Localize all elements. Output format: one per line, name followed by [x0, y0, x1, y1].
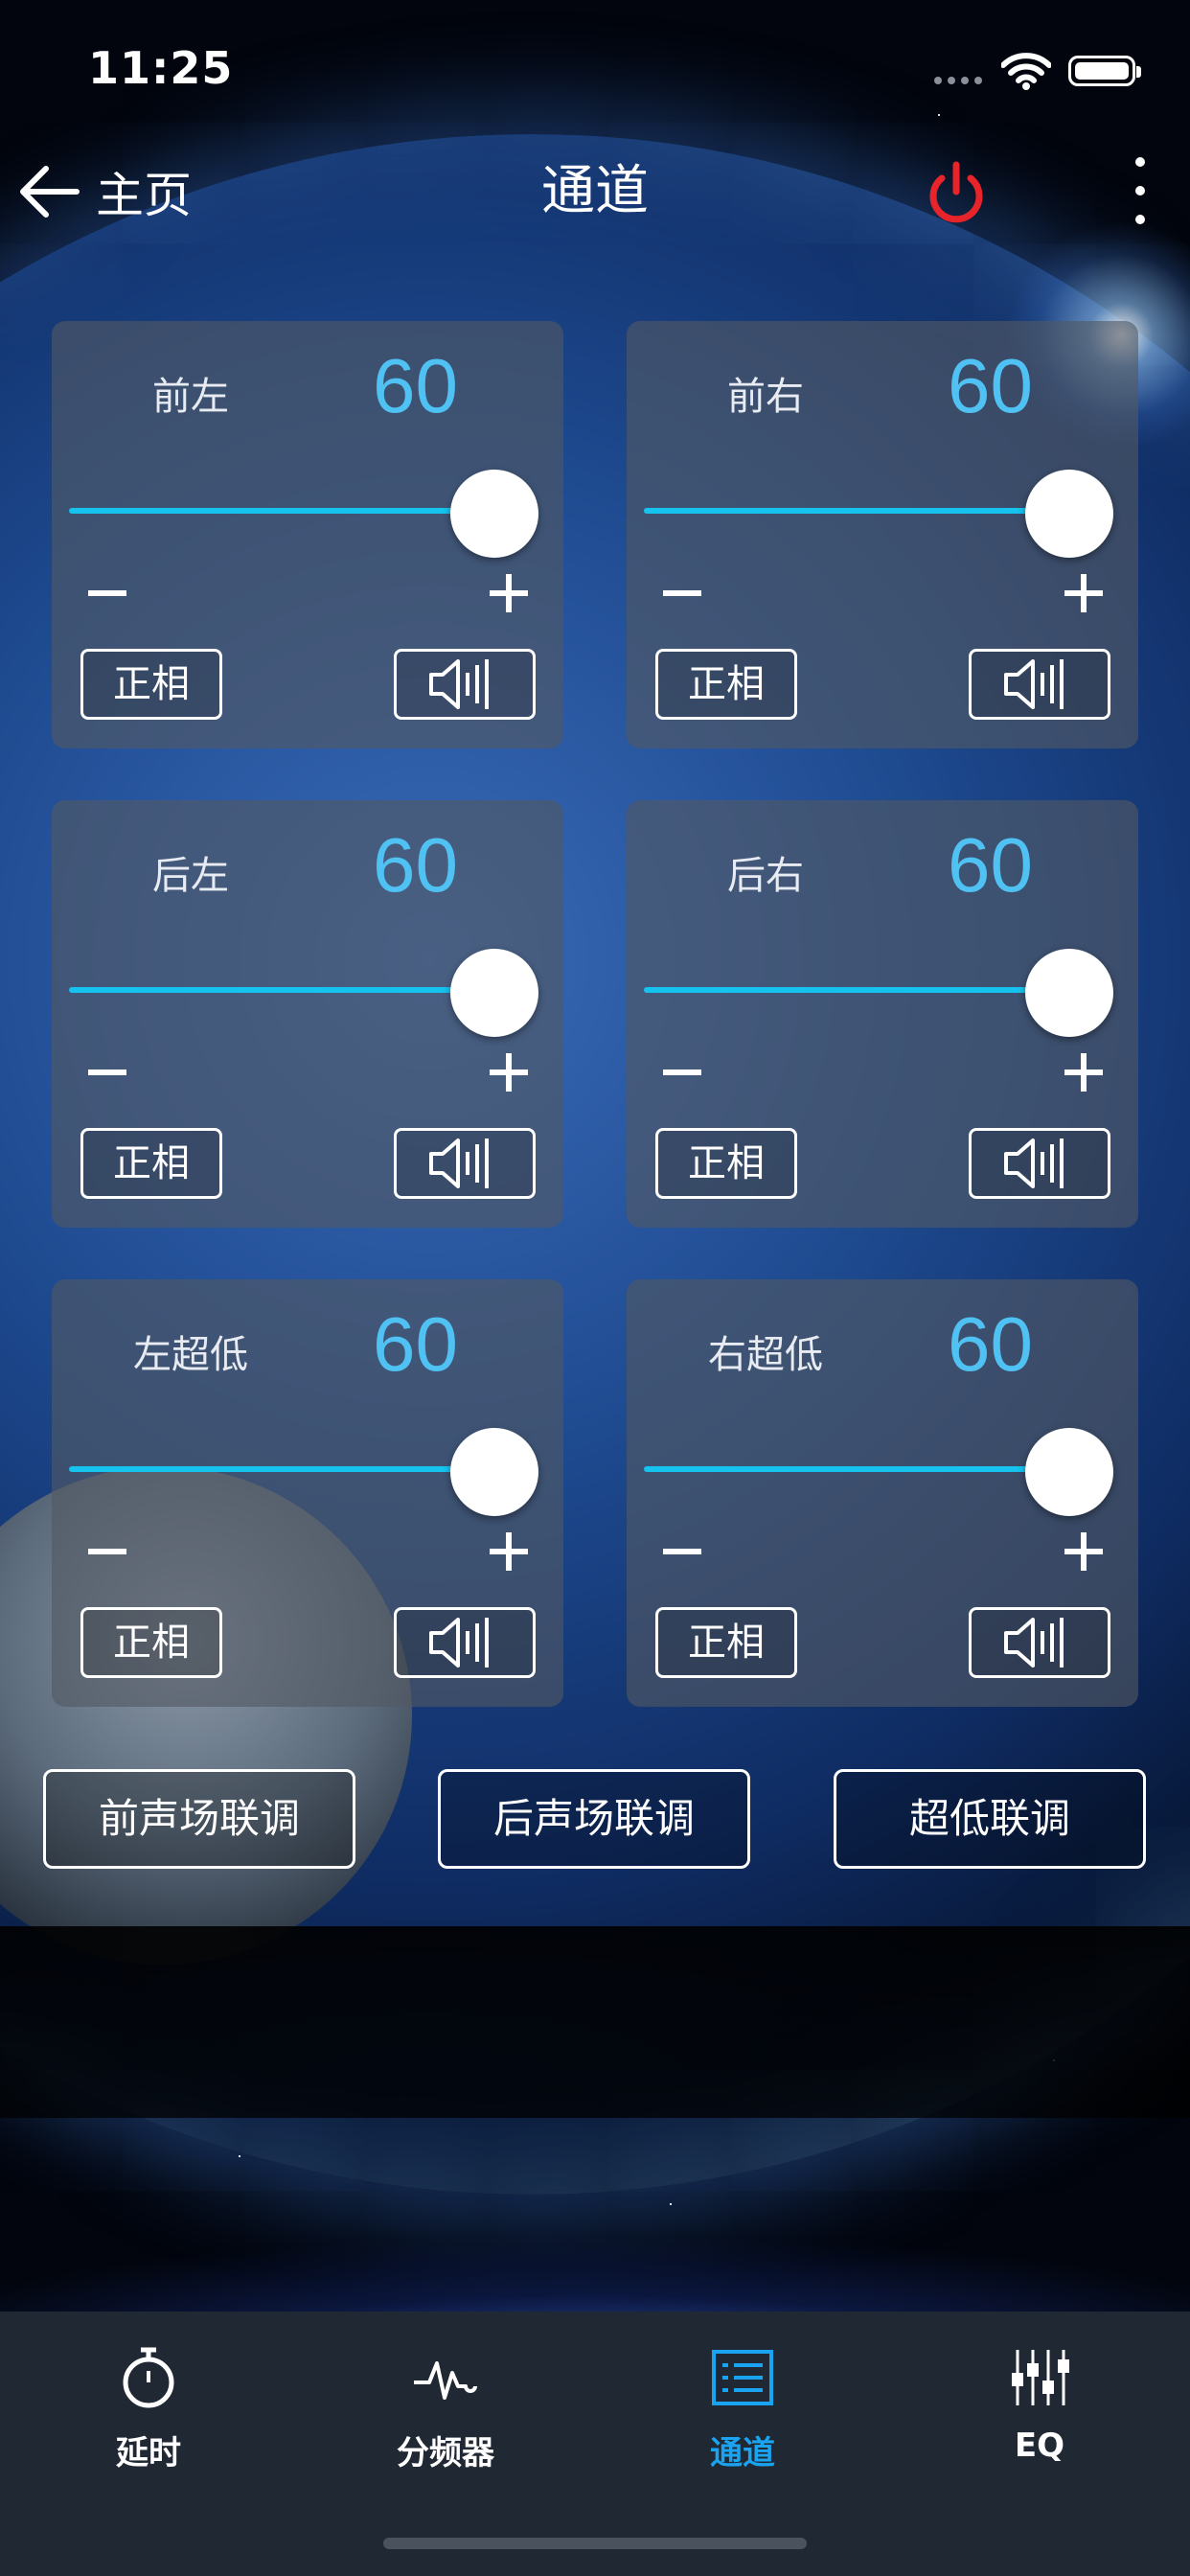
channel-card: 前左 60 正相: [52, 321, 563, 748]
slider-thumb[interactable]: [450, 470, 538, 558]
channel-volume-value: 60: [373, 822, 458, 908]
speaker-test-button[interactable]: [969, 1128, 1110, 1199]
phase-button[interactable]: 正相: [655, 1128, 797, 1199]
phase-button[interactable]: 正相: [80, 1128, 222, 1199]
speaker-icon: [429, 1138, 489, 1188]
slider-thumb[interactable]: [1025, 470, 1113, 558]
channel-name: 前右: [727, 375, 804, 419]
channel-name: 前左: [152, 375, 229, 419]
list-icon: [712, 2350, 773, 2405]
equalizer-icon: [1012, 2350, 1069, 2405]
more-menu-icon[interactable]: [1121, 157, 1159, 224]
channel-volume-value: 60: [948, 343, 1033, 428]
waveform-icon: [414, 2361, 477, 2400]
tab-delay[interactable]: 延时: [0, 2312, 297, 2503]
increase-button[interactable]: [1064, 1051, 1107, 1093]
volume-slider[interactable]: [69, 949, 538, 1037]
front-linkage-button[interactable]: 前声场联调: [43, 1769, 355, 1869]
tab-label: 分频器: [397, 2434, 494, 2472]
tab-label: EQ: [1014, 2426, 1065, 2465]
tab-label: 通道: [710, 2434, 775, 2472]
tab-eq[interactable]: EQ: [891, 2312, 1188, 2503]
phase-button[interactable]: 正相: [655, 1607, 797, 1678]
tab-crossover[interactable]: 分频器: [297, 2312, 594, 2503]
slider-track: [644, 508, 1085, 514]
decrease-button[interactable]: [88, 572, 130, 614]
volume-slider[interactable]: [644, 470, 1113, 558]
battery-icon: [1068, 56, 1141, 86]
status-time: 11:25: [88, 42, 234, 94]
channel-volume-value: 60: [373, 1301, 458, 1387]
wifi-icon: [1001, 53, 1051, 90]
channel-volume-value: 60: [948, 822, 1033, 908]
channel-name: 后右: [727, 854, 804, 898]
phase-button[interactable]: 正相: [655, 649, 797, 720]
speaker-icon: [1004, 659, 1064, 709]
decrease-button[interactable]: [88, 1051, 130, 1093]
volume-slider[interactable]: [69, 470, 538, 558]
rear-linkage-button[interactable]: 后声场联调: [438, 1769, 750, 1869]
status-bar: 11:25: [0, 0, 1190, 134]
decrease-button[interactable]: [663, 1051, 705, 1093]
decrease-button[interactable]: [663, 572, 705, 614]
decrease-button[interactable]: [663, 1530, 705, 1573]
slider-thumb[interactable]: [450, 1428, 538, 1516]
speaker-icon: [429, 1618, 489, 1668]
sub-linkage-button[interactable]: 超低联调: [834, 1769, 1146, 1869]
power-icon[interactable]: [923, 153, 990, 230]
channel-card: 后左 60 正相: [52, 800, 563, 1228]
slider-track: [69, 987, 510, 993]
slider-track: [69, 1466, 510, 1472]
slider-track: [644, 987, 1085, 993]
slider-thumb[interactable]: [1025, 1428, 1113, 1516]
increase-button[interactable]: [490, 1530, 532, 1573]
decrease-button[interactable]: [88, 1530, 130, 1573]
channel-name: 左超低: [133, 1333, 248, 1377]
channel-volume-value: 60: [948, 1301, 1033, 1387]
page-title: 通道: [541, 160, 649, 222]
speaker-test-button[interactable]: [394, 1607, 536, 1678]
channel-name: 后左: [152, 854, 229, 898]
slider-track: [69, 508, 510, 514]
channel-volume-value: 60: [373, 343, 458, 428]
channel-card: 右超低 60 正相: [627, 1279, 1138, 1707]
increase-button[interactable]: [490, 1051, 532, 1093]
background-band: [0, 1926, 1190, 2118]
tab-label: 延时: [116, 2434, 181, 2472]
speaker-test-button[interactable]: [969, 649, 1110, 720]
speaker-icon: [429, 659, 489, 709]
speaker-test-button[interactable]: [394, 649, 536, 720]
phase-button[interactable]: 正相: [80, 649, 222, 720]
slider-thumb[interactable]: [450, 949, 538, 1037]
tab-bar: 延时 分频器 通道 EQ: [0, 2312, 1190, 2576]
speaker-icon: [1004, 1138, 1064, 1188]
increase-button[interactable]: [1064, 1530, 1107, 1573]
volume-slider[interactable]: [69, 1428, 538, 1516]
tab-channel[interactable]: 通道: [594, 2312, 891, 2503]
speaker-test-button[interactable]: [969, 1607, 1110, 1678]
channel-name: 右超低: [708, 1333, 823, 1377]
cellular-signal-icon: [934, 77, 982, 84]
speaker-icon: [1004, 1618, 1064, 1668]
slider-track: [644, 1466, 1085, 1472]
channel-card: 后右 60 正相: [627, 800, 1138, 1228]
volume-slider[interactable]: [644, 1428, 1113, 1516]
channel-card: 左超低 60 正相: [52, 1279, 563, 1707]
stopwatch-icon: [123, 2347, 174, 2408]
speaker-test-button[interactable]: [394, 1128, 536, 1199]
slider-thumb[interactable]: [1025, 949, 1113, 1037]
channel-card: 前右 60 正相: [627, 321, 1138, 748]
increase-button[interactable]: [490, 572, 532, 614]
phase-button[interactable]: 正相: [80, 1607, 222, 1678]
increase-button[interactable]: [1064, 572, 1107, 614]
volume-slider[interactable]: [644, 949, 1113, 1037]
home-indicator: [383, 2538, 807, 2549]
